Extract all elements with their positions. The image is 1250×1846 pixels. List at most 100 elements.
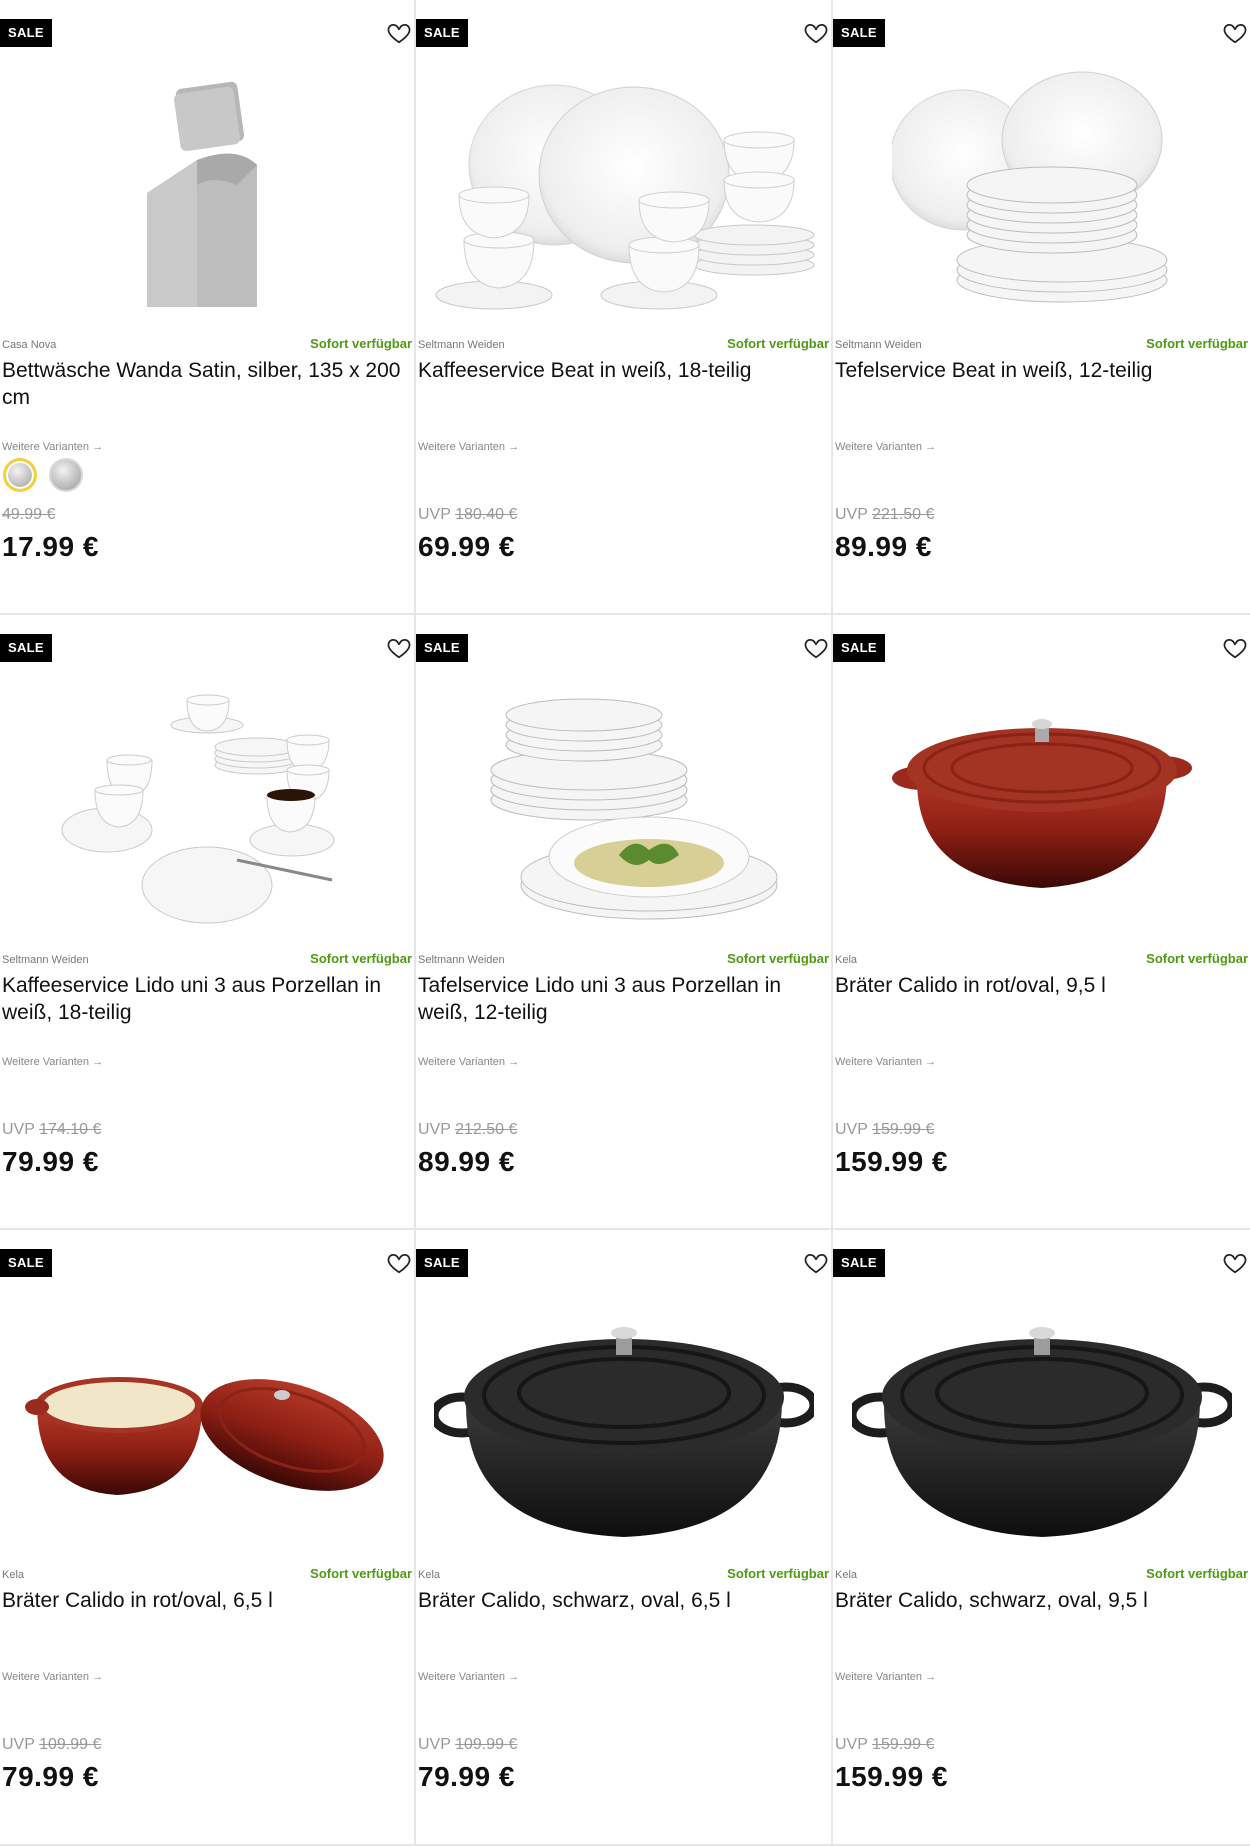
availability-label: Sofort verfügbar: [727, 336, 829, 351]
uvp-label: UVP: [418, 506, 451, 523]
product-card[interactable]: SALE Seltmann Weiden Sofort verfügbar Ka…: [416, 0, 833, 615]
current-price: 79.99 €: [2, 1761, 99, 1792]
uvp-label: UVP: [2, 1121, 35, 1138]
availability-label: Sofort verfügbar: [1146, 951, 1248, 966]
availability-label: Sofort verfügbar: [727, 1566, 829, 1581]
swatch-silver-light[interactable]: [3, 458, 37, 492]
old-price: UVP 159.99 €: [835, 1121, 934, 1139]
product-title[interactable]: Tafelservice Lido uni 3 aus Porzellan in…: [418, 972, 825, 1026]
uvp-label: UVP: [2, 1736, 35, 1753]
availability-label: Sofort verfügbar: [727, 951, 829, 966]
more-variants-link[interactable]: Weitere Varianten →: [835, 441, 936, 453]
product-title[interactable]: Kaffeeservice Lido uni 3 aus Porzellan i…: [2, 972, 408, 1026]
black-roaster-image[interactable]: [416, 1290, 831, 1560]
current-price: 17.99 €: [2, 531, 99, 562]
old-price-value: 159.99 €: [872, 1121, 935, 1138]
product-card[interactable]: SALE Kela Sofort verfügbar Bräter Calido…: [0, 1230, 416, 1846]
dinner-set-image[interactable]: [416, 675, 831, 945]
brand-label: Seltmann Weiden: [418, 954, 505, 966]
product-card[interactable]: SALE Seltmann Weiden Sofort verfügbar Te…: [833, 0, 1250, 615]
product-title[interactable]: Bräter Calido in rot/oval, 6,5 l: [2, 1587, 408, 1614]
old-price: UVP 159.99 €: [835, 1736, 934, 1754]
heart-icon[interactable]: [803, 1250, 829, 1276]
red-roaster-open-image[interactable]: [0, 1290, 414, 1560]
more-variants-link[interactable]: Weitere Varianten →: [2, 441, 103, 453]
sale-badge: SALE: [0, 1249, 52, 1277]
product-card[interactable]: SALE Seltmann Weiden Sofort verfügbar Ta…: [416, 615, 833, 1230]
availability-label: Sofort verfügbar: [1146, 336, 1248, 351]
sale-badge: SALE: [833, 634, 885, 662]
brand-label: Kela: [2, 1569, 25, 1581]
heart-icon[interactable]: [1222, 1250, 1248, 1276]
more-variants-link[interactable]: Weitere Varianten →: [835, 1671, 936, 1683]
product-card[interactable]: SALE Kela Sofort verfügbar Bräter Calido…: [833, 1230, 1250, 1846]
product-title[interactable]: Bräter Calido in rot/oval, 9,5 l: [835, 972, 1244, 999]
old-price-value: 174.10 €: [39, 1121, 102, 1138]
heart-icon[interactable]: [1222, 20, 1248, 46]
product-card[interactable]: SALE Kela Sofort verfügbar Bräter Calido…: [833, 615, 1250, 1230]
brand-label: Kela: [835, 1569, 858, 1581]
old-price-value: 109.99 €: [39, 1736, 102, 1753]
heart-icon[interactable]: [386, 1250, 412, 1276]
more-variants-link[interactable]: Weitere Varianten →: [835, 1056, 936, 1068]
product-title[interactable]: Bräter Calido, schwarz, oval, 6,5 l: [418, 1587, 825, 1614]
black-roaster-image[interactable]: [833, 1290, 1250, 1560]
swatch-silver[interactable]: [49, 458, 83, 492]
uvp-label: UVP: [835, 506, 868, 523]
old-price: 49.99 €: [2, 506, 55, 524]
sale-badge: SALE: [416, 634, 468, 662]
uvp-label: UVP: [835, 1121, 868, 1138]
heart-icon[interactable]: [803, 635, 829, 661]
sale-badge: SALE: [416, 19, 468, 47]
product-title[interactable]: Bettwäsche Wanda Satin, silber, 135 x 20…: [2, 357, 408, 411]
sale-badge: SALE: [833, 1249, 885, 1277]
product-card[interactable]: SALE Kela Sofort verfügbar Bräter Calido…: [416, 1230, 833, 1846]
product-title[interactable]: Bräter Calido, schwarz, oval, 9,5 l: [835, 1587, 1244, 1614]
more-variants-link[interactable]: Weitere Varianten →: [418, 441, 519, 453]
product-card[interactable]: SALE Casa Nova Sofort verfügbar Bettwäsc…: [0, 0, 416, 615]
current-price: 89.99 €: [418, 1146, 515, 1177]
product-title[interactable]: Tefelservice Beat in weiß, 12-teilig: [835, 357, 1244, 384]
old-price-value: 221.50 €: [872, 506, 935, 523]
more-variants-link[interactable]: Weitere Varianten →: [418, 1056, 519, 1068]
brand-label: Kela: [418, 1569, 441, 1581]
product-grid: SALE Casa Nova Sofort verfügbar Bettwäsc…: [0, 0, 1250, 1846]
brand-label: Casa Nova: [2, 339, 57, 351]
more-variants-link[interactable]: Weitere Varianten →: [2, 1056, 103, 1068]
product-title[interactable]: Kaffeeservice Beat in weiß, 18-teilig: [418, 357, 825, 384]
current-price: 79.99 €: [2, 1146, 99, 1177]
bedding-image[interactable]: [0, 60, 414, 330]
availability-label: Sofort verfügbar: [310, 1566, 412, 1581]
old-price-value: 180.40 €: [455, 506, 518, 523]
current-price: 69.99 €: [418, 531, 515, 562]
current-price: 79.99 €: [418, 1761, 515, 1792]
uvp-label: UVP: [835, 1736, 868, 1753]
old-price-value: 212.50 €: [455, 1121, 518, 1138]
uvp-label: UVP: [418, 1736, 451, 1753]
coffee-set-image[interactable]: [416, 60, 831, 330]
heart-icon[interactable]: [386, 635, 412, 661]
more-variants-link[interactable]: Weitere Varianten →: [2, 1671, 103, 1683]
red-roaster-image[interactable]: [833, 675, 1250, 945]
sale-badge: SALE: [0, 19, 52, 47]
heart-icon[interactable]: [386, 20, 412, 46]
product-card[interactable]: SALE Seltmann Weiden Sofort verfügbar Ka…: [0, 615, 416, 1230]
availability-label: Sofort verfügbar: [310, 951, 412, 966]
old-price: UVP 174.10 €: [2, 1121, 101, 1139]
heart-icon[interactable]: [1222, 635, 1248, 661]
coffee-set-image[interactable]: [0, 675, 414, 945]
uvp-label: UVP: [418, 1121, 451, 1138]
old-price: UVP 221.50 €: [835, 506, 934, 524]
heart-icon[interactable]: [803, 20, 829, 46]
sale-badge: SALE: [833, 19, 885, 47]
current-price: 159.99 €: [835, 1761, 948, 1792]
availability-label: Sofort verfügbar: [1146, 1566, 1248, 1581]
current-price: 89.99 €: [835, 531, 932, 562]
more-variants-link[interactable]: Weitere Varianten →: [418, 1671, 519, 1683]
old-price: UVP 212.50 €: [418, 1121, 517, 1139]
plate-stack-image[interactable]: [833, 60, 1250, 330]
old-price: UVP 109.99 €: [418, 1736, 517, 1754]
old-price: UVP 180.40 €: [418, 506, 517, 524]
availability-label: Sofort verfügbar: [310, 336, 412, 351]
color-swatches: [3, 458, 83, 492]
